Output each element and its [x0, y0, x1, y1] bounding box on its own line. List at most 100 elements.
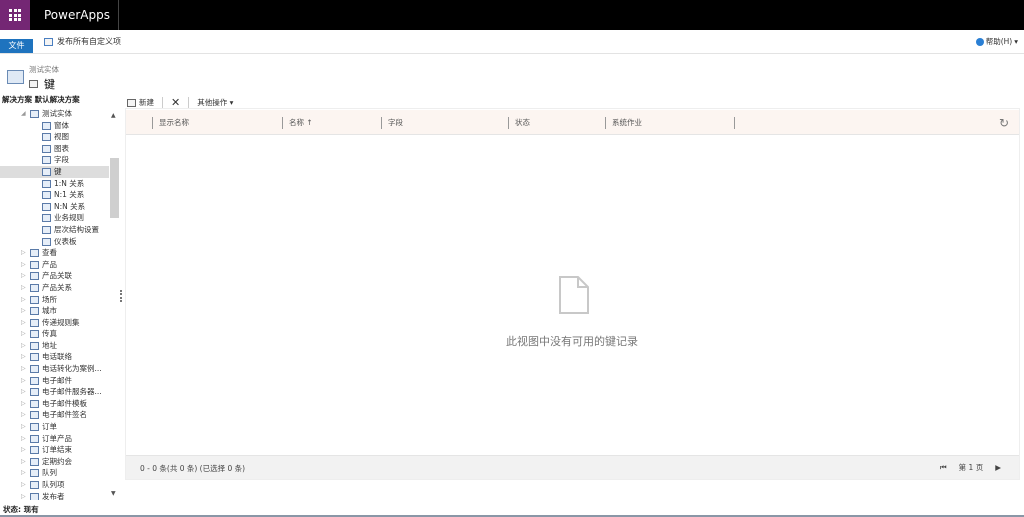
- entity-icon: [30, 411, 39, 420]
- sidebar-item[interactable]: ▷ 城市: [0, 305, 120, 317]
- sidebar-item[interactable]: N:N 关系: [0, 201, 120, 213]
- entity-icon: [30, 481, 39, 489]
- entity-icon: [30, 260, 39, 269]
- sidebar-scrollbar[interactable]: [110, 158, 119, 218]
- expand-icon[interactable]: ▷: [21, 305, 26, 317]
- entity-type: 测试实体: [29, 65, 59, 74]
- publish-all-button[interactable]: 发布所有自定义项: [44, 36, 121, 47]
- sidebar-item[interactable]: ▷ 电话联络: [0, 351, 120, 363]
- sidebar-item[interactable]: ▷ 电子邮件模板: [0, 398, 120, 410]
- sidebar-item[interactable]: ▷ 电子邮件服务器...: [0, 386, 120, 398]
- entity-icon: [30, 492, 39, 500]
- sidebar-item[interactable]: ▷ 定期约会: [0, 456, 120, 468]
- sidebar-item[interactable]: 仪表板: [0, 236, 120, 248]
- new-icon: [127, 98, 136, 107]
- publish-label: 发布所有自定义项: [57, 37, 121, 46]
- app-launcher-button[interactable]: [0, 0, 30, 30]
- sidebar-item[interactable]: 窗体: [0, 120, 120, 132]
- entity-icon: [42, 191, 51, 200]
- column-header-field[interactable]: 字段: [381, 117, 403, 129]
- expand-icon[interactable]: ▷: [21, 456, 26, 468]
- sidebar-item-label: 层次结构设置: [54, 224, 99, 234]
- sidebar-item-label: 测试实体: [42, 109, 72, 118]
- sidebar-item-label: 仪表板: [54, 236, 77, 246]
- sidebar-item[interactable]: ▷ 队列项: [0, 479, 120, 491]
- sidebar-item-label: 电话联络: [42, 352, 72, 362]
- sidebar-item-label: 订单结束: [42, 445, 72, 455]
- sidebar-item-label: 场所: [42, 294, 57, 304]
- expand-icon[interactable]: ▷: [21, 247, 26, 259]
- expand-icon[interactable]: ▷: [21, 491, 26, 500]
- sidebar-item[interactable]: ▷ 电话转化为案例...: [0, 363, 120, 375]
- sidebar-item-label: 订单: [42, 422, 57, 432]
- entity-icon: [30, 272, 39, 281]
- sidebar-item[interactable]: ▷ 电子邮件签名: [0, 409, 120, 421]
- next-page-icon[interactable]: ▶: [995, 463, 1001, 472]
- sidebar-item-label: 字段: [54, 155, 69, 165]
- sidebar-item[interactable]: 视图: [0, 131, 120, 143]
- column-header-name[interactable]: 名称 ↑: [282, 117, 313, 129]
- entity-icon: [30, 318, 39, 327]
- sidebar-item[interactable]: ▷ 产品关系: [0, 282, 120, 294]
- column-header-display-name[interactable]: 显示名称: [152, 117, 189, 129]
- scroll-down-icon[interactable]: ▼: [111, 490, 116, 497]
- new-button[interactable]: 新建: [127, 97, 154, 108]
- sidebar-item[interactable]: ▷ 查看: [0, 247, 120, 259]
- sidebar-item[interactable]: ▷ 场所: [0, 294, 120, 306]
- sidebar-item[interactable]: ▷ 队列: [0, 467, 120, 479]
- expand-icon[interactable]: ▷: [21, 270, 26, 282]
- column-header-status[interactable]: 状态: [508, 117, 530, 129]
- entity-icon: [30, 399, 39, 408]
- collapse-icon[interactable]: ◢: [21, 108, 26, 120]
- expand-icon[interactable]: ▷: [21, 294, 26, 306]
- sidebar-item[interactable]: N:1 关系: [0, 189, 120, 201]
- expand-icon[interactable]: ▷: [21, 421, 26, 433]
- entity-icon: [30, 446, 39, 455]
- expand-icon[interactable]: ▷: [21, 351, 26, 363]
- expand-icon[interactable]: ▷: [21, 317, 26, 329]
- scroll-up-icon[interactable]: ▲: [111, 112, 116, 119]
- sidebar-item[interactable]: 图表: [0, 143, 120, 155]
- first-page-icon[interactable]: ⏮: [940, 463, 947, 473]
- entity-icon: [30, 376, 39, 385]
- file-button[interactable]: 文件: [0, 39, 33, 53]
- app-title[interactable]: PowerApps: [44, 8, 110, 22]
- entity-icon: [30, 423, 39, 432]
- sidebar-item-label: 1:N 关系: [54, 178, 85, 188]
- sidebar-item-label: 电子邮件模板: [42, 398, 87, 408]
- sidebar-item[interactable]: 键: [0, 165, 109, 178]
- expand-icon[interactable]: ▷: [21, 433, 26, 445]
- sidebar-item[interactable]: 业务规则: [0, 212, 120, 224]
- sidebar-item[interactable]: ▷ 订单产品: [0, 433, 120, 445]
- refresh-icon[interactable]: ↻: [999, 116, 1009, 130]
- expand-icon[interactable]: ▷: [21, 479, 26, 491]
- sidebar-item[interactable]: 层次结构设置: [0, 224, 120, 236]
- expand-icon[interactable]: ▷: [21, 398, 26, 410]
- expand-icon[interactable]: ▷: [21, 409, 26, 421]
- expand-icon[interactable]: ▷: [21, 386, 26, 398]
- sidebar-item[interactable]: ▷ 传递规则集: [0, 317, 120, 329]
- sidebar-item[interactable]: 字段: [0, 154, 120, 166]
- sidebar-item[interactable]: 1:N 关系: [0, 178, 120, 190]
- sidebar-item[interactable]: ▷ 发布者: [0, 491, 120, 500]
- pane-splitter[interactable]: [120, 290, 122, 302]
- expand-icon[interactable]: ▷: [21, 444, 26, 456]
- more-actions-label: 其他操作: [197, 98, 228, 107]
- sidebar-item[interactable]: ◢ 测试实体: [0, 108, 120, 120]
- entity-icon: [30, 249, 39, 258]
- expand-icon[interactable]: ▷: [21, 259, 26, 271]
- sidebar-item[interactable]: ▷ 电子邮件: [0, 375, 120, 387]
- expand-icon[interactable]: ▷: [21, 375, 26, 387]
- pager: ⏮ 第 1 页 ▶: [940, 462, 1001, 473]
- more-actions-button[interactable]: 其他操作 ▾: [197, 97, 233, 108]
- sidebar-item[interactable]: ▷ 产品: [0, 259, 120, 271]
- column-header-system-job[interactable]: 系统作业: [605, 117, 642, 129]
- help-button[interactable]: 帮助(H) ▾: [975, 36, 1018, 47]
- expand-icon[interactable]: ▷: [21, 282, 26, 294]
- expand-icon[interactable]: ▷: [21, 467, 26, 479]
- expand-icon[interactable]: ▷: [21, 363, 26, 375]
- sidebar-item[interactable]: ▷ 订单: [0, 421, 120, 433]
- sidebar-item[interactable]: ▷ 订单结束: [0, 444, 120, 456]
- sidebar-item[interactable]: ▷ 产品关联: [0, 270, 120, 282]
- entity-icon: [42, 121, 51, 130]
